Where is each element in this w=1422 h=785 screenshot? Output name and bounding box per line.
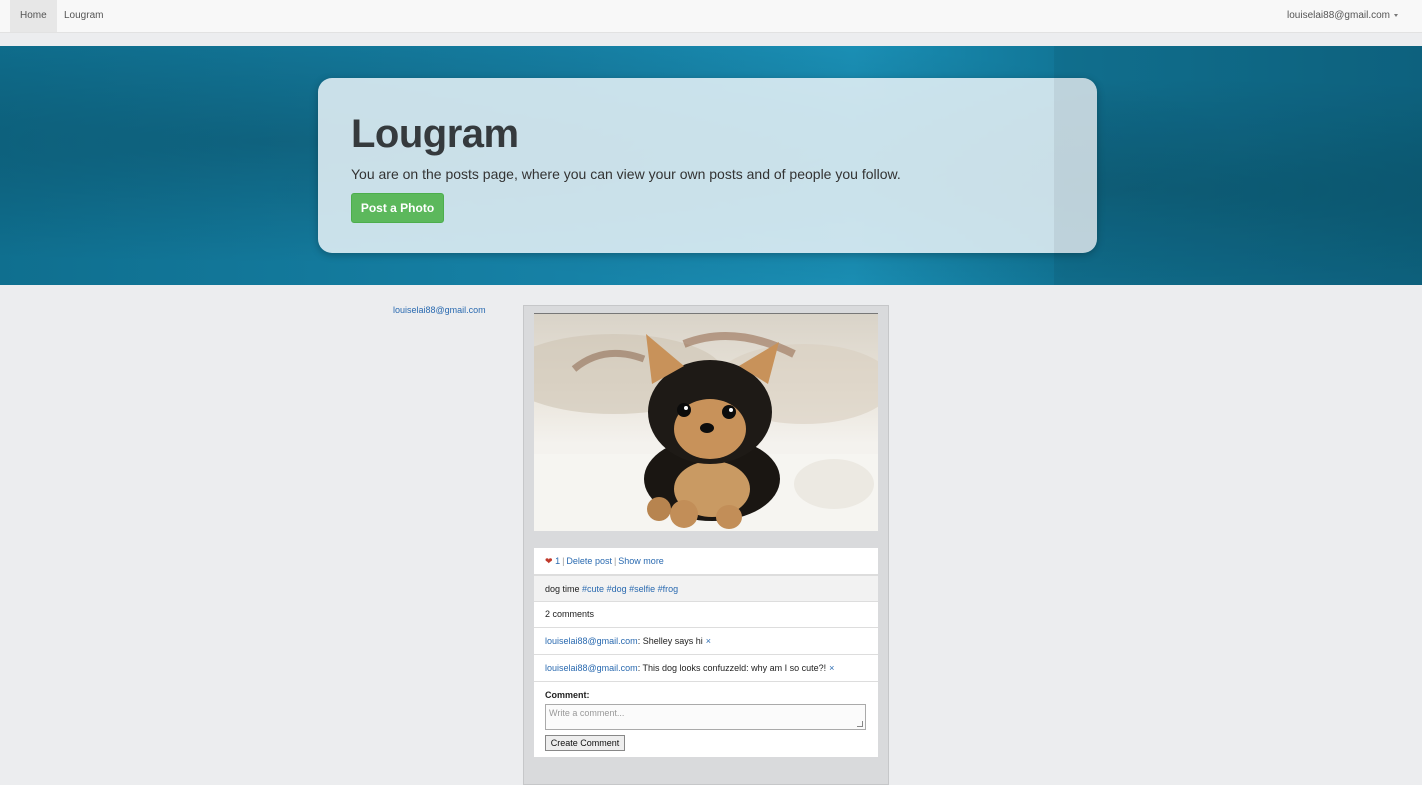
post-actions-bar: ❤ 1 | Delete post | Show more	[534, 548, 878, 575]
separator: |	[562, 556, 565, 566]
comment-item: louiselai88@gmail.com: Shelley says hi ×	[534, 628, 878, 655]
resize-handle-icon[interactable]	[857, 721, 863, 727]
comment-count: 2 comments	[534, 602, 878, 628]
post-author-link[interactable]: louiselai88@gmail.com	[393, 305, 486, 315]
hero-banner: Lougram You are on the posts page, where…	[0, 46, 1422, 285]
comment-author-link[interactable]: louiselai88@gmail.com	[545, 636, 638, 646]
comment-label: Comment:	[545, 690, 590, 700]
like-count[interactable]: 1	[555, 556, 560, 566]
page-title: Lougram	[351, 112, 519, 156]
jumbotron: Lougram You are on the posts page, where…	[318, 78, 1097, 253]
comment-count-label: 2 comments	[545, 609, 595, 619]
show-more-link[interactable]: Show more	[618, 556, 664, 566]
puppy-image-icon	[534, 332, 878, 531]
separator: |	[613, 556, 617, 566]
comment-textarea[interactable]: Write a comment...	[545, 704, 866, 730]
delete-comment-icon[interactable]: ×	[829, 663, 834, 673]
user-menu-label: louiselai88@gmail.com	[1287, 10, 1390, 21]
comment-author-link[interactable]: louiselai88@gmail.com	[545, 663, 638, 673]
delete-comment-icon[interactable]: ×	[706, 636, 711, 646]
puppy-photo	[534, 313, 878, 531]
page-lead-text: You are on the posts page, where you can…	[351, 166, 901, 182]
comment-item: louiselai88@gmail.com: This dog looks co…	[534, 655, 878, 682]
comment-placeholder: Write a comment...	[549, 708, 625, 718]
caption-text: dog time	[545, 584, 580, 594]
create-comment-button[interactable]: Create Comment	[545, 735, 625, 751]
top-navbar: Home Lougram louiselai88@gmail.com	[0, 0, 1422, 33]
heart-icon[interactable]: ❤	[545, 556, 553, 566]
comment-text: : Shelley says hi	[637, 636, 703, 646]
nav-brand-link[interactable]: Lougram	[54, 0, 113, 32]
hashtag-link[interactable]: #dog	[607, 584, 627, 594]
hashtag-link[interactable]: #frog	[658, 584, 679, 594]
hashtag-link[interactable]: #selfie	[629, 584, 655, 594]
user-menu-dropdown[interactable]: louiselai88@gmail.com	[1277, 0, 1408, 32]
post-photo-button[interactable]: Post a Photo	[351, 193, 444, 223]
comment-form: Comment: Write a comment... Create Comme…	[534, 682, 878, 757]
post-card: ❤ 1 | Delete post | Show more dog time #cute…	[523, 305, 889, 785]
post-caption: dog time #cute #dog #selfie #frog	[534, 575, 878, 602]
comment-text: : This dog looks confuzzeld: why am I so…	[637, 663, 827, 673]
nav-home-link[interactable]: Home	[10, 0, 57, 32]
delete-post-link[interactable]: Delete post	[566, 556, 612, 566]
caret-down-icon	[1394, 13, 1398, 17]
hashtag-link[interactable]: #cute	[582, 584, 604, 594]
